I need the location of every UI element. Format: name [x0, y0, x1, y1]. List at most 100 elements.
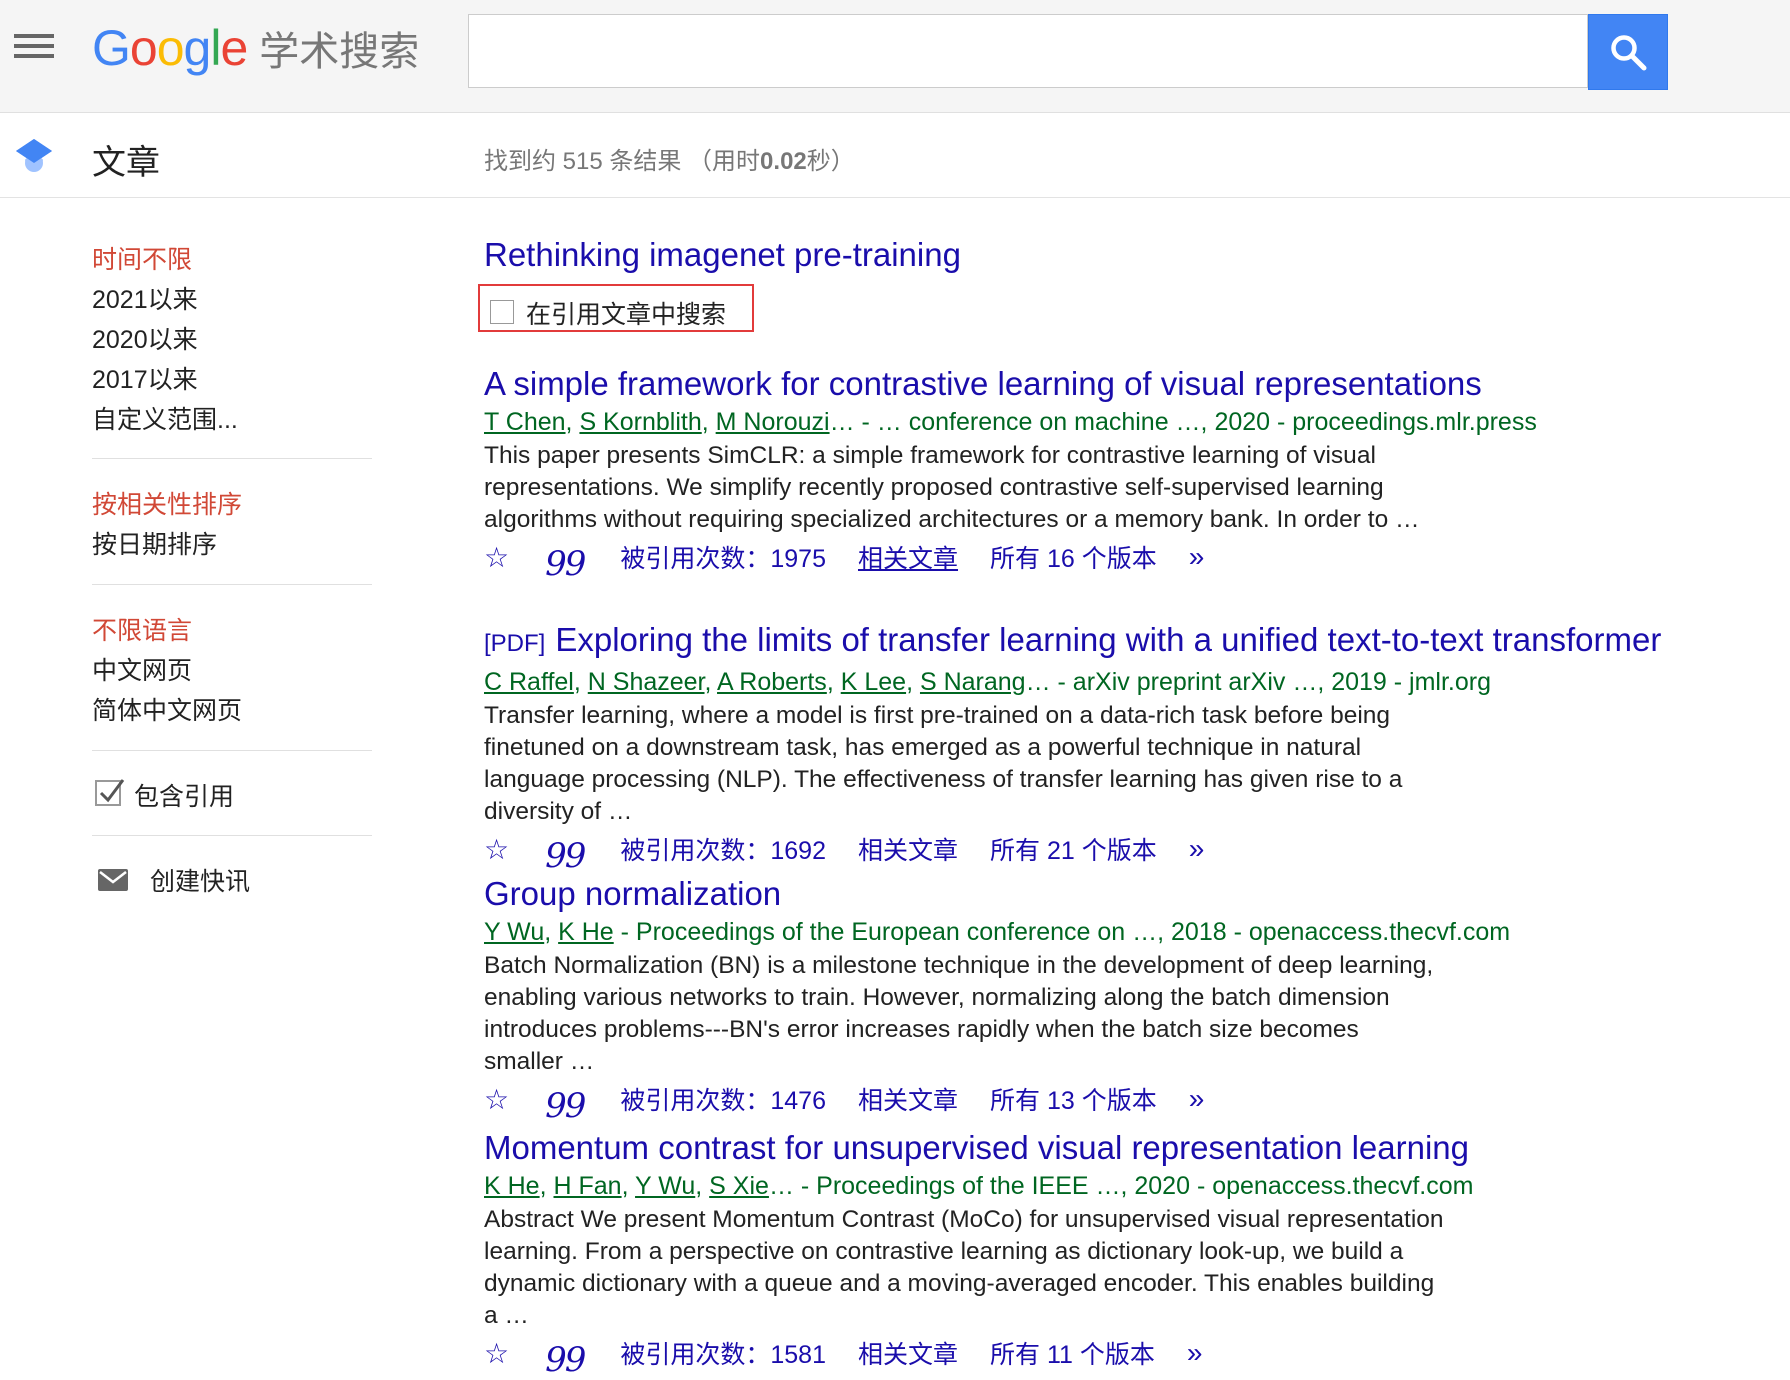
result-item: A simple framework for contrastive learn…	[484, 364, 1774, 584]
result-count-prefix: 找到约 515 条结果 （用时	[484, 148, 761, 175]
sidebar-divider	[92, 750, 372, 751]
author-separator: ,	[539, 1172, 554, 1200]
star-icon[interactable]: ☆	[484, 541, 509, 574]
related-articles-link[interactable]: 相关文章	[858, 831, 958, 867]
star-icon[interactable]: ☆	[484, 1083, 509, 1116]
author-link[interactable]: H Fan	[554, 1172, 622, 1200]
author-separator: ,	[565, 408, 580, 436]
pdf-tag[interactable]: [PDF]	[484, 630, 545, 657]
filter-any-time[interactable]: 时间不限	[92, 240, 192, 276]
filter-simplified-chinese-pages[interactable]: 简体中文网页	[92, 691, 242, 727]
result-snippet: Abstract We present Momentum Contrast (M…	[484, 1206, 1444, 1329]
create-alert-link[interactable]: 创建快讯	[150, 862, 250, 898]
filter-custom-range[interactable]: 自定义范围...	[92, 400, 238, 436]
result-time: 0.02	[760, 148, 807, 175]
author-link[interactable]: S Narang	[920, 668, 1026, 696]
author-link[interactable]: Y Wu	[635, 1172, 695, 1200]
result-source: … - arXiv preprint arXiv …, 2019 - jmlr.…	[1025, 668, 1492, 696]
related-articles-link[interactable]: 相关文章	[858, 1335, 958, 1371]
result-snippet: Batch Normalization (BN) is a milestone …	[484, 952, 1434, 1075]
cited-article-title[interactable]: Rethinking imagenet pre-training	[484, 236, 961, 274]
filter-any-language[interactable]: 不限语言	[92, 611, 192, 647]
cited-by-link[interactable]: 被引用次数：1975	[620, 539, 826, 575]
sort-by-relevance[interactable]: 按相关性排序	[92, 485, 242, 521]
result-item: Momentum contrast for unsupervised visua…	[484, 1128, 1774, 1380]
more-chevrons-icon[interactable]: »	[1187, 1337, 1203, 1369]
author-link[interactable]: K Lee	[841, 668, 906, 696]
graduation-cap-icon	[16, 139, 52, 172]
related-articles-link[interactable]: 相关文章	[858, 539, 958, 575]
cite-quote-icon[interactable]: 99	[545, 1340, 586, 1380]
author-separator: ,	[573, 668, 588, 696]
search-button[interactable]	[1588, 14, 1668, 90]
author-separator: ,	[906, 668, 920, 696]
cited-by-link[interactable]: 被引用次数：1692	[620, 831, 826, 867]
top-header: Google 学术搜索	[0, 0, 1790, 113]
search-within-label: 在引用文章中搜索	[526, 301, 727, 329]
search-input[interactable]	[469, 15, 1587, 87]
filter-since-2020[interactable]: 2020以来	[92, 320, 198, 356]
result-snippet: Transfer learning, where a model is firs…	[484, 702, 1403, 825]
hamburger-menu-icon[interactable]	[14, 34, 54, 60]
author-link[interactable]: N Shazeer	[588, 668, 705, 696]
author-link[interactable]: Y Wu	[484, 918, 544, 946]
author-link[interactable]: T Chen	[484, 408, 566, 436]
google-wordmark: Google	[92, 20, 248, 76]
search-within-citing-articles[interactable]: 在引用文章中搜索	[478, 284, 754, 332]
cite-quote-icon[interactable]: 99	[545, 1086, 586, 1126]
result-source: … - … conference on machine …, 2020 - pr…	[829, 408, 1537, 436]
star-icon[interactable]: ☆	[484, 1337, 509, 1370]
author-separator: ,	[695, 1172, 710, 1200]
result-item: Group normalization Y Wu, K He - Proceedi…	[484, 874, 1774, 1126]
author-link[interactable]: K He	[484, 1172, 540, 1200]
envelope-icon[interactable]	[98, 869, 128, 891]
result-source: - Proceedings of the European conference…	[613, 918, 1511, 946]
author-link[interactable]: A Roberts	[717, 668, 827, 696]
author-link[interactable]: S Kornblith	[579, 408, 701, 436]
results-subheader: 文章 找到约 515 条结果 （用时0.02秒）	[0, 113, 1790, 198]
more-chevrons-icon[interactable]: »	[1189, 833, 1205, 865]
author-link[interactable]: C Raffel	[484, 668, 574, 696]
result-title-link[interactable]: [PDF] Exploring the limits of transfer le…	[484, 620, 1774, 664]
author-link[interactable]: S Xie	[709, 1172, 769, 1200]
search-within-checkbox[interactable]	[490, 300, 514, 324]
result-title-link[interactable]: Momentum contrast for unsupervised visua…	[484, 1128, 1774, 1168]
author-separator: ,	[701, 408, 716, 436]
cite-quote-icon[interactable]: 99	[545, 544, 586, 584]
cited-by-link[interactable]: 被引用次数：1476	[620, 1081, 826, 1117]
filter-chinese-pages[interactable]: 中文网页	[92, 651, 192, 687]
result-title-link[interactable]: Group normalization	[484, 874, 1774, 914]
cited-by-link[interactable]: 被引用次数：1581	[620, 1335, 826, 1371]
author-link[interactable]: M Norouzi	[716, 408, 830, 436]
result-source: … - Proceedings of the IEEE …, 2020 - op…	[768, 1172, 1474, 1200]
include-citations-checkbox[interactable]	[95, 779, 125, 806]
result-meta: T Chen, S Kornblith, M Norouzi… - … conf…	[484, 404, 1774, 440]
result-title-link[interactable]: A simple framework for contrastive learn…	[484, 364, 1774, 404]
result-actions: ☆ 99 被引用次数：1692 相关文章 所有 21 个版本 »	[484, 830, 1774, 876]
all-versions-link[interactable]: 所有 13 个版本	[990, 1081, 1157, 1117]
author-separator: ,	[621, 1172, 636, 1200]
result-meta: K He, H Fan, Y Wu, S Xie… - Proceedings …	[484, 1168, 1774, 1204]
more-chevrons-icon[interactable]: »	[1189, 541, 1205, 573]
result-actions: ☆ 99 被引用次数：1581 相关文章 所有 11 个版本 »	[484, 1334, 1774, 1380]
section-title: 文章	[92, 144, 160, 182]
all-versions-link[interactable]: 所有 16 个版本	[990, 539, 1157, 575]
related-articles-link[interactable]: 相关文章	[858, 1081, 958, 1117]
sort-by-date[interactable]: 按日期排序	[92, 525, 217, 561]
result-title[interactable]: Group normalization	[484, 875, 781, 912]
result-meta: C Raffel, N Shazeer, A Roberts, K Lee, S…	[484, 664, 1774, 700]
star-icon[interactable]: ☆	[484, 833, 509, 866]
cite-quote-icon[interactable]: 99	[545, 836, 586, 876]
result-count: 找到约 515 条结果 （用时0.02秒）	[484, 141, 855, 176]
more-chevrons-icon[interactable]: »	[1189, 1083, 1205, 1115]
all-versions-link[interactable]: 所有 21 个版本	[990, 831, 1157, 867]
filter-since-2021[interactable]: 2021以来	[92, 280, 198, 316]
result-title[interactable]: A simple framework for contrastive learn…	[484, 365, 1482, 402]
google-scholar-logo[interactable]: Google 学术搜索	[92, 20, 419, 76]
include-citations-label[interactable]: 包含引用	[134, 777, 234, 813]
result-title[interactable]: Exploring the limits of transfer learnin…	[555, 621, 1661, 658]
result-title[interactable]: Momentum contrast for unsupervised visua…	[484, 1129, 1469, 1166]
author-link[interactable]: K He	[558, 918, 614, 946]
all-versions-link[interactable]: 所有 11 个版本	[990, 1335, 1155, 1371]
filter-since-2017[interactable]: 2017以来	[92, 360, 198, 396]
